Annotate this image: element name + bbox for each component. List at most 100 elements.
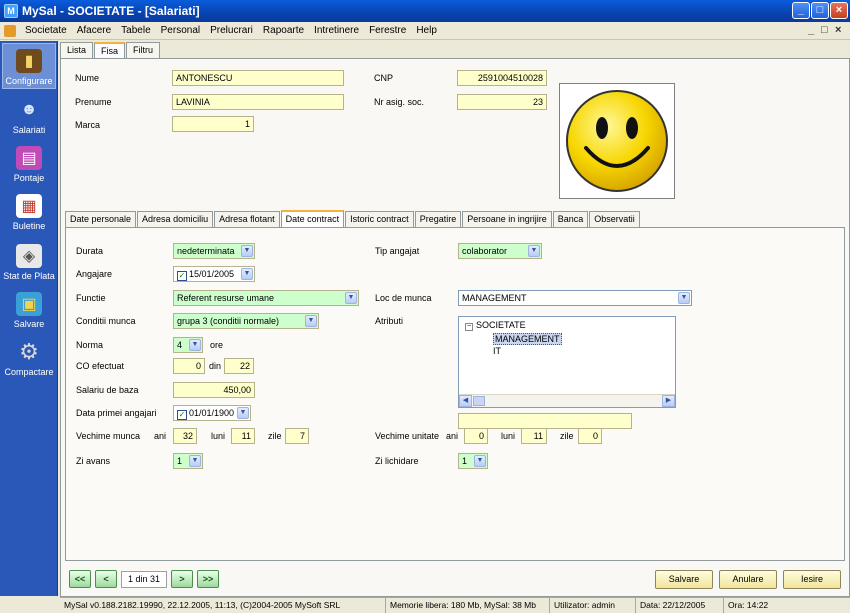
window-title: MySal - SOCIETATE - [Salariati]: [22, 4, 200, 18]
chevron-down-icon[interactable]: ▼: [237, 407, 249, 419]
vu-luni-field[interactable]: 11: [521, 428, 547, 444]
last-record-button[interactable]: >>: [197, 570, 219, 588]
chevron-down-icon[interactable]: ▼: [474, 455, 486, 467]
menu-ferestre[interactable]: Ferestre: [364, 25, 411, 36]
collapse-icon[interactable]: −: [465, 323, 473, 331]
subtab-date-personale[interactable]: Date personale: [65, 211, 137, 227]
vechime-ani-field[interactable]: 32: [173, 428, 197, 444]
menu-personal[interactable]: Personal: [156, 25, 205, 36]
nume-field[interactable]: ANTONESCU: [172, 70, 344, 86]
tree-node-societate[interactable]: − SOCIETATE: [465, 320, 526, 331]
extra-field[interactable]: [458, 413, 632, 429]
salariu-field[interactable]: 450,00: [173, 382, 255, 398]
vu-zile-field[interactable]: 0: [578, 428, 602, 444]
vu-ani-field[interactable]: 0: [464, 428, 488, 444]
subtab-persoane-ingrijire[interactable]: Persoane in ingrijire: [462, 211, 552, 227]
menu-rapoarte[interactable]: Rapoarte: [258, 25, 309, 36]
sidebar-item-stat-de-plata[interactable]: ◈ Stat de Plata: [2, 237, 56, 283]
sidebar-item-buletine[interactable]: ▦ Buletine: [2, 187, 56, 233]
subtab-banca[interactable]: Banca: [552, 211, 589, 227]
employee-photo[interactable]: [559, 83, 675, 199]
conditii-value: grupa 3 (conditii normale): [177, 316, 280, 326]
next-record-button[interactable]: >: [171, 570, 193, 588]
tab-filtru[interactable]: Filtru: [126, 42, 161, 58]
menu-help[interactable]: Help: [411, 25, 442, 36]
tab-lista[interactable]: Lista: [60, 42, 94, 58]
ore-label: ore: [210, 340, 224, 350]
cancel-button[interactable]: Anulare: [719, 570, 777, 589]
app-icon: M: [4, 4, 18, 18]
conditii-select[interactable]: grupa 3 (conditii normale) ▼: [173, 313, 319, 329]
horizontal-scrollbar[interactable]: ◀ ▶: [459, 394, 675, 407]
menu-societate[interactable]: Societate: [20, 25, 72, 36]
mdi-close-button[interactable]: ×: [835, 24, 841, 36]
first-record-button[interactable]: <<: [69, 570, 91, 588]
loc-select[interactable]: MANAGEMENT ▼: [458, 290, 692, 306]
mdi-minimize-button[interactable]: _: [808, 24, 814, 36]
salariu-label: Salariu de baza: [76, 385, 139, 395]
chevron-down-icon[interactable]: ▼: [241, 268, 253, 280]
mdi-restore-button[interactable]: □: [821, 24, 828, 36]
menu-prelucrari[interactable]: Prelucrari: [205, 25, 258, 36]
sidebar-item-salvare[interactable]: ▣ Salvare: [2, 285, 56, 331]
scroll-left-icon[interactable]: ◀: [459, 395, 472, 407]
chevron-down-icon[interactable]: ▼: [678, 292, 690, 304]
chevron-down-icon[interactable]: ▼: [241, 245, 253, 257]
nume-label: Nume: [75, 73, 100, 83]
menu-tabele[interactable]: Tabele: [116, 25, 155, 36]
save-button[interactable]: Salvare: [655, 570, 713, 589]
tip-select[interactable]: colaborator ▼: [458, 243, 542, 259]
maximize-button[interactable]: □: [811, 2, 829, 19]
cnp-field[interactable]: 2591004510028: [457, 70, 547, 86]
sidebar-item-label: Salariati: [12, 125, 46, 135]
subtab-observatii[interactable]: Observatii: [589, 211, 640, 227]
vechime-luni-field[interactable]: 11: [231, 428, 255, 444]
chevron-down-icon[interactable]: ▼: [189, 455, 201, 467]
loc-munca-tree[interactable]: − SOCIETATE MANAGEMENT IT ◀ ▶: [458, 316, 676, 408]
exit-button[interactable]: Iesire: [783, 570, 841, 589]
zi-avans-select[interactable]: 1 ▼: [173, 453, 203, 469]
functie-select[interactable]: Referent resurse umane ▼: [173, 290, 359, 306]
subtab-pregatire[interactable]: Pregatire: [414, 211, 462, 227]
norma-select[interactable]: 4 ▼: [173, 337, 203, 353]
vechime-zile-field[interactable]: 7: [285, 428, 309, 444]
menu-intretinere[interactable]: Intretinere: [309, 25, 364, 36]
asig-field[interactable]: 23: [457, 94, 547, 110]
tree-node-management[interactable]: MANAGEMENT: [493, 333, 562, 345]
subtab-istoric-contract[interactable]: Istoric contract: [345, 211, 414, 227]
document-icon: ▦: [16, 194, 42, 218]
durata-label: Durata: [76, 246, 104, 256]
data-prima-date[interactable]: ✓ 01/01/1900 ▼: [173, 405, 251, 421]
menu-afacere[interactable]: Afacere: [72, 25, 116, 36]
co-total-field[interactable]: 22: [224, 358, 254, 374]
subtab-adresa-flotant[interactable]: Adresa flotant: [214, 211, 280, 227]
chevron-down-icon[interactable]: ▼: [345, 292, 357, 304]
scroll-right-icon[interactable]: ▶: [662, 395, 675, 407]
chevron-down-icon[interactable]: ▼: [528, 245, 540, 257]
sidebar-item-salariati[interactable]: ☻ Salariati: [2, 91, 56, 137]
minimize-button[interactable]: _: [792, 2, 810, 19]
checkbox-icon[interactable]: ✓: [177, 410, 187, 420]
tab-fisa[interactable]: Fisa: [94, 42, 126, 59]
status-date: Data: 22/12/2005: [636, 598, 724, 613]
close-button[interactable]: ×: [830, 2, 848, 19]
zi-lich-select[interactable]: 1 ▼: [458, 453, 488, 469]
angajare-date[interactable]: ✓ 15/01/2005 ▼: [173, 266, 255, 282]
sidebar-item-compactare[interactable]: ⚙ Compactare: [2, 333, 56, 379]
tree-node-it[interactable]: IT: [493, 346, 501, 356]
checkbox-icon[interactable]: ✓: [177, 271, 187, 281]
sidebar-item-configurare[interactable]: ▮ Configurare: [2, 43, 56, 89]
marca-field[interactable]: 1: [172, 116, 254, 132]
prenume-field[interactable]: LAVINIA: [172, 94, 344, 110]
chevron-down-icon[interactable]: ▼: [305, 315, 317, 327]
durata-select[interactable]: nedeterminata ▼: [173, 243, 255, 259]
subtab-date-contract[interactable]: Date contract: [280, 210, 345, 227]
co-field[interactable]: 0: [173, 358, 205, 374]
subtab-adresa-domiciliu[interactable]: Adresa domiciliu: [137, 211, 214, 227]
scroll-thumb[interactable]: [473, 396, 485, 406]
sidebar-item-pontaje[interactable]: ▤ Pontaje: [2, 139, 56, 185]
tip-value: colaborator: [462, 246, 508, 256]
prev-record-button[interactable]: <: [95, 570, 117, 588]
document-menu-icon[interactable]: [4, 24, 16, 37]
chevron-down-icon[interactable]: ▼: [189, 339, 201, 351]
